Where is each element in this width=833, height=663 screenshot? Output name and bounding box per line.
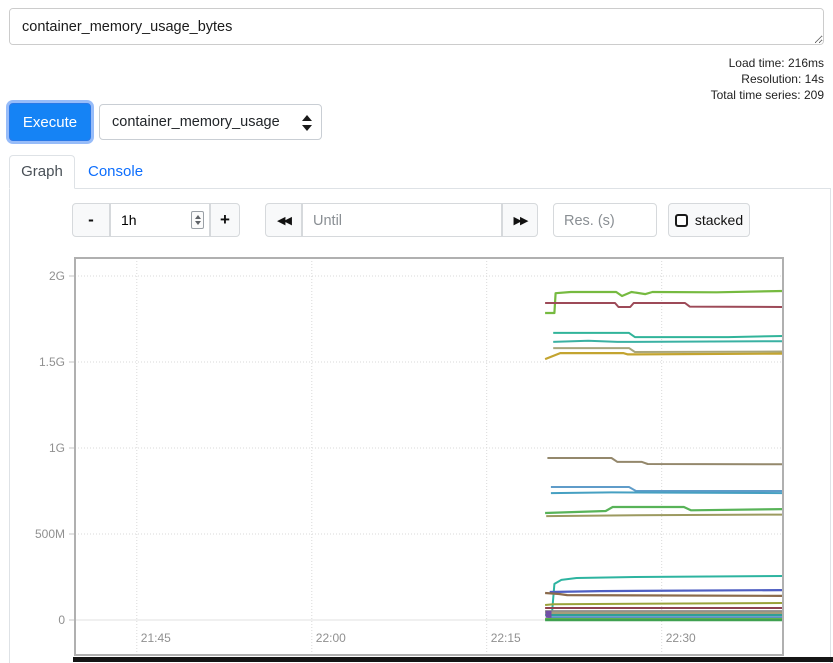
svg-text:22:30: 22:30 [666, 631, 696, 645]
load-time: Load time: 216ms [711, 55, 824, 71]
svg-text:2G: 2G [49, 269, 65, 283]
svg-text:500M: 500M [35, 527, 65, 541]
graph-resize-handle[interactable] [73, 657, 833, 662]
svg-text:21:45: 21:45 [141, 631, 171, 645]
range-decrease-button[interactable]: - [72, 203, 110, 237]
resolution-input[interactable] [553, 203, 657, 237]
tab-console[interactable]: Console [88, 155, 143, 188]
checkbox-icon [675, 214, 688, 227]
until-input[interactable] [302, 203, 502, 237]
fast-forward-icon[interactable]: ▶▶ [502, 203, 538, 237]
query-input[interactable]: container_memory_usage_bytes [9, 8, 824, 45]
stacked-label: stacked [695, 212, 743, 228]
svg-text:1.5G: 1.5G [39, 355, 65, 369]
select-updown-icon [302, 115, 312, 131]
until-control-group: ◀◀ ▶▶ [265, 203, 538, 237]
total-time-series: Total time series: 209 [711, 87, 824, 103]
svg-text:22:15: 22:15 [491, 631, 521, 645]
resolution: Resolution: 14s [711, 71, 824, 87]
spinner-icon[interactable] [191, 211, 204, 229]
svg-text:0: 0 [58, 613, 65, 627]
range-control-group: - + [72, 203, 240, 237]
metric-select-value: container_memory_usage [112, 114, 295, 130]
svg-text:22:00: 22:00 [316, 631, 346, 645]
svg-text:1G: 1G [49, 441, 65, 455]
stacked-toggle[interactable]: stacked [668, 203, 750, 237]
tab-graph[interactable]: Graph [9, 155, 75, 189]
chart-svg[interactable]: 2G1.5G1G500M021:4522:0022:1522:30 [75, 258, 783, 655]
metric-select[interactable]: container_memory_usage [99, 104, 322, 140]
query-stats: Load time: 216ms Resolution: 14s Total t… [711, 55, 824, 103]
range-increase-button[interactable]: + [210, 203, 240, 237]
rewind-icon[interactable]: ◀◀ [265, 203, 302, 237]
tab-underline [9, 188, 831, 189]
execute-button[interactable]: Execute [9, 103, 91, 141]
